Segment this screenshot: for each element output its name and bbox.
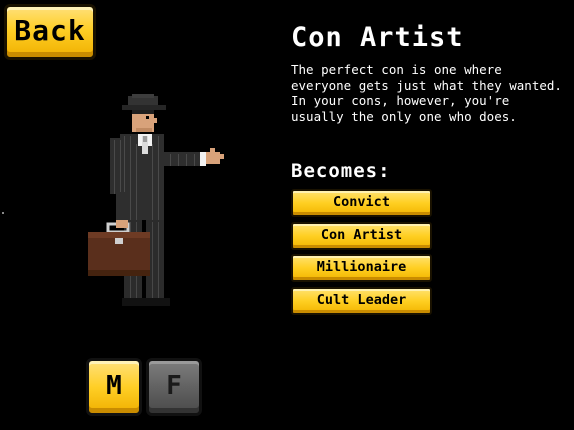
back-button[interactable]: Back	[4, 4, 96, 60]
career-option-convict[interactable]: Convict	[291, 189, 432, 217]
edge-marker	[2, 212, 4, 214]
career-description: The perfect con is one where everyone ge…	[291, 62, 562, 124]
gender-male-button[interactable]: M	[86, 358, 142, 416]
career-option-con-artist[interactable]: Con Artist	[291, 221, 432, 250]
becomes-label: Becomes:	[291, 160, 391, 182]
career-select-screen: Back Con Artist The perfect con is one w…	[0, 0, 574, 430]
con-artist-character-sprite	[88, 94, 224, 306]
gender-male-label: M	[106, 371, 122, 401]
career-option-millionaire[interactable]: Millionaire	[291, 254, 432, 282]
back-button-label: Back	[14, 14, 86, 47]
gender-female-button[interactable]: F	[146, 358, 202, 416]
becomes-list: Convict Con Artist Millionaire Cult Lead…	[291, 189, 432, 319]
career-option-cult-leader[interactable]: Cult Leader	[291, 286, 432, 315]
gender-female-label: F	[166, 371, 182, 401]
career-title: Con Artist	[291, 22, 464, 53]
